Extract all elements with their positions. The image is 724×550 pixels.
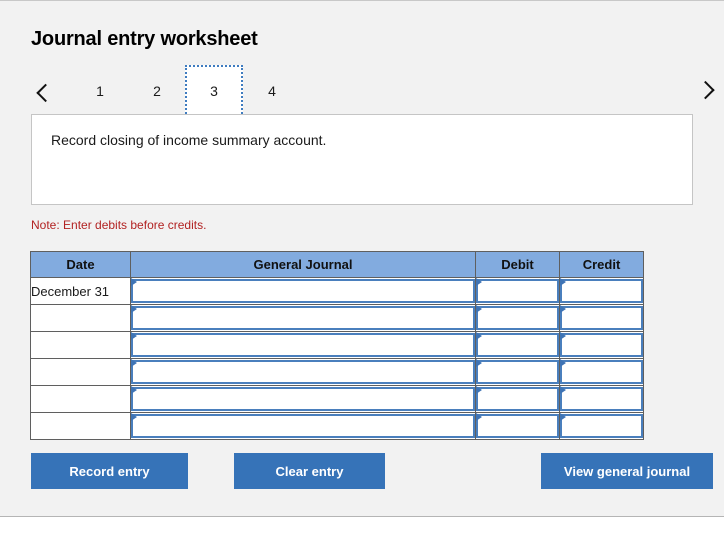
pager-tab-4[interactable]: 4	[243, 65, 301, 117]
chevron-right-glyph	[695, 80, 715, 99]
column-header-debit: Debit	[475, 251, 560, 278]
journal-entry-worksheet-panel: Journal entry worksheet 1 2 3 4 Record c…	[0, 0, 724, 517]
dropdown-marker-icon	[131, 332, 137, 340]
dropdown-marker-icon	[476, 386, 482, 394]
dropdown-marker-icon	[560, 386, 566, 394]
page-title: Journal entry worksheet	[31, 28, 258, 50]
debit-input[interactable]	[476, 360, 559, 384]
chevron-left-icon[interactable]	[28, 65, 62, 117]
date-cell[interactable]	[30, 358, 131, 386]
date-cell[interactable]	[30, 304, 131, 332]
instruction-text: Record closing of income summary account…	[51, 132, 327, 148]
table-row	[30, 304, 644, 332]
dropdown-marker-icon	[560, 278, 566, 286]
general-journal-input[interactable]	[131, 279, 475, 303]
date-cell[interactable]	[30, 412, 131, 440]
credit-input[interactable]	[560, 306, 643, 330]
debit-input[interactable]	[476, 279, 559, 303]
dropdown-marker-icon	[476, 278, 482, 286]
debit-cell[interactable]	[475, 331, 560, 359]
debit-input[interactable]	[476, 333, 559, 357]
dropdown-marker-icon	[560, 359, 566, 367]
table-header-row: Date General Journal Debit Credit	[30, 251, 644, 278]
table-row	[30, 331, 644, 359]
pager-tab-2[interactable]: 2	[128, 65, 186, 117]
debit-input[interactable]	[476, 306, 559, 330]
pager-tab-3[interactable]: 3	[185, 65, 243, 117]
dropdown-marker-icon	[476, 305, 482, 313]
general-journal-cell[interactable]	[130, 385, 476, 413]
debit-cell[interactable]	[475, 277, 560, 305]
dropdown-marker-icon	[131, 278, 137, 286]
dropdown-marker-icon	[131, 359, 137, 367]
general-journal-input[interactable]	[131, 414, 475, 438]
general-journal-input[interactable]	[131, 333, 475, 357]
dropdown-marker-icon	[476, 332, 482, 340]
debit-cell[interactable]	[475, 412, 560, 440]
table-body: December 31	[30, 277, 644, 440]
dropdown-marker-icon	[476, 359, 482, 367]
debit-cell[interactable]	[475, 358, 560, 386]
general-journal-input[interactable]	[131, 387, 475, 411]
table-row	[30, 412, 644, 440]
debit-cell[interactable]	[475, 385, 560, 413]
dropdown-marker-icon	[476, 413, 482, 421]
date-cell[interactable]: December 31	[30, 277, 131, 305]
credit-cell[interactable]	[559, 412, 644, 440]
debit-cell[interactable]	[475, 304, 560, 332]
chevron-left-glyph	[35, 83, 55, 102]
column-header-date: Date	[30, 251, 131, 278]
dropdown-marker-icon	[560, 332, 566, 340]
general-journal-cell[interactable]	[130, 331, 476, 359]
action-button-bar: Record entry Clear entry View general jo…	[0, 453, 724, 489]
debit-input[interactable]	[476, 387, 559, 411]
date-cell[interactable]	[30, 331, 131, 359]
table-header: Date General Journal Debit Credit	[30, 251, 644, 278]
dropdown-marker-icon	[131, 413, 137, 421]
table-row	[30, 358, 644, 386]
general-journal-cell[interactable]	[130, 277, 476, 305]
general-journal-input[interactable]	[131, 360, 475, 384]
table-row: December 31	[30, 277, 644, 305]
dropdown-marker-icon	[560, 413, 566, 421]
debit-input[interactable]	[476, 414, 559, 438]
view-general-journal-button[interactable]: View general journal	[541, 453, 713, 489]
credit-cell[interactable]	[559, 304, 644, 332]
column-header-credit: Credit	[559, 251, 644, 278]
credit-cell[interactable]	[559, 385, 644, 413]
record-entry-button[interactable]: Record entry	[31, 453, 188, 489]
general-journal-cell[interactable]	[130, 358, 476, 386]
date-cell[interactable]	[30, 385, 131, 413]
general-journal-cell[interactable]	[130, 412, 476, 440]
chevron-right-icon[interactable]	[688, 65, 722, 117]
credit-cell[interactable]	[559, 358, 644, 386]
credit-cell[interactable]	[559, 331, 644, 359]
worksheet-pager: 1 2 3 4	[0, 65, 724, 117]
dropdown-marker-icon	[131, 386, 137, 394]
journal-entry-table: Date General Journal Debit Credit Decemb…	[30, 251, 644, 440]
dropdown-marker-icon	[131, 305, 137, 313]
general-journal-cell[interactable]	[130, 304, 476, 332]
column-header-general-journal: General Journal	[130, 251, 476, 278]
credit-input[interactable]	[560, 414, 643, 438]
credit-input[interactable]	[560, 279, 643, 303]
instruction-box: Record closing of income summary account…	[31, 114, 693, 205]
clear-entry-button[interactable]: Clear entry	[234, 453, 385, 489]
credit-input[interactable]	[560, 360, 643, 384]
note-text: Note: Enter debits before credits.	[31, 218, 207, 232]
credit-cell[interactable]	[559, 277, 644, 305]
table-row	[30, 385, 644, 413]
dropdown-marker-icon	[560, 305, 566, 313]
general-journal-input[interactable]	[131, 306, 475, 330]
pager-tab-1[interactable]: 1	[71, 65, 129, 117]
credit-input[interactable]	[560, 387, 643, 411]
credit-input[interactable]	[560, 333, 643, 357]
